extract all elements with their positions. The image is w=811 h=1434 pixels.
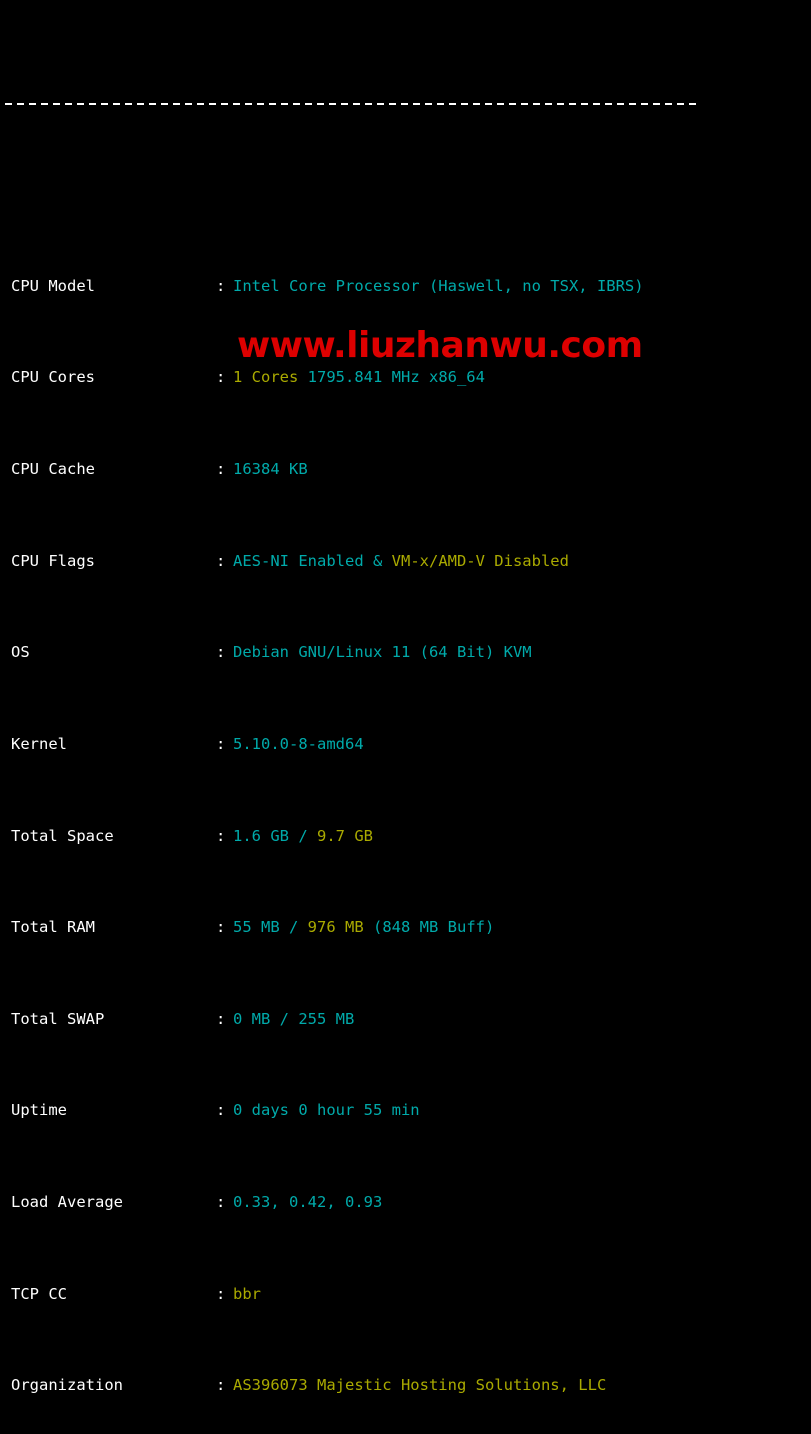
row-tcp-cc: TCP CC: bbr <box>0 1283 811 1306</box>
colon: : <box>216 918 226 937</box>
value-cpu-model: Intel Core Processor (Haswell, no TSX, I… <box>233 276 644 295</box>
value-cpu-flags-vmx: VM-x/AMD-V Disabled <box>391 551 569 570</box>
value-total-ram-buff: (848 MB Buff) <box>373 918 495 937</box>
value-total-ram-total: 976 MB <box>307 918 364 937</box>
colon: : <box>216 826 226 845</box>
label-total-swap: Total SWAP <box>11 1009 105 1028</box>
label-cpu-model: CPU Model <box>11 276 95 295</box>
label-total-space: Total Space <box>11 826 114 845</box>
colon: : <box>216 1192 226 1211</box>
label-total-ram: Total RAM <box>11 918 95 937</box>
row-organization: Organization: AS396073 Majestic Hosting S… <box>0 1374 811 1397</box>
value-kernel: 5.10.0-8-amd64 <box>233 734 364 753</box>
row-total-space: Total Space:1.6 GB / 9.7 GB <box>0 825 811 848</box>
label-load-average: Load Average <box>11 1192 123 1211</box>
row-load-average: Load Average:0.33, 0.42, 0.93 <box>0 1191 811 1214</box>
label-kernel: Kernel <box>11 734 67 753</box>
colon: : <box>216 460 226 479</box>
value-tcp-cc: bbr <box>233 1284 261 1303</box>
label-cpu-cores: CPU Cores <box>11 368 95 387</box>
value-total-space-total: 9.7 GB <box>317 826 373 845</box>
colon: : <box>216 643 226 662</box>
label-cpu-cache: CPU Cache <box>11 460 95 479</box>
separator-line <box>5 102 700 105</box>
row-os: OS: Debian GNU/Linux 11 (64 Bit) KVM <box>0 641 811 664</box>
value-total-swap: 0 MB / 255 MB <box>233 1009 355 1028</box>
system-info-block: CPU Model: Intel Core Processor (Haswell,… <box>0 206 811 1434</box>
label-uptime: Uptime <box>11 1101 67 1120</box>
value-load-average: 0.33, 0.42, 0.93 <box>233 1192 383 1211</box>
colon: : <box>216 734 226 753</box>
colon: : <box>216 1284 226 1303</box>
colon: : <box>216 276 226 295</box>
colon: : <box>216 1101 226 1120</box>
row-cpu-cache: CPU Cache:16384 KB <box>0 458 811 481</box>
colon: : <box>216 1009 226 1028</box>
value-cpu-cores-freq: 1795.841 MHz x86_64 <box>307 368 485 387</box>
label-cpu-flags: CPU Flags <box>11 551 95 570</box>
colon: : <box>216 368 226 387</box>
row-total-ram: Total RAM:55 MB / 976 MB (848 MB Buff) <box>0 916 811 939</box>
value-cpu-flags-aes: AES-NI Enabled & <box>233 551 383 570</box>
colon: : <box>216 1376 226 1395</box>
value-cpu-cores-count: 1 Cores <box>233 368 299 387</box>
value-uptime: 0 days 0 hour 55 min <box>233 1101 420 1120</box>
row-kernel: Kernel:5.10.0-8-amd64 <box>0 733 811 756</box>
separator-top <box>0 92 811 115</box>
value-cpu-cache: 16384 KB <box>233 460 308 479</box>
row-cpu-flags: CPU Flags: AES-NI Enabled & VM-x/AMD-V Di… <box>0 550 811 573</box>
label-os: OS <box>11 643 30 662</box>
label-tcp-cc: TCP CC <box>11 1284 67 1303</box>
value-organization: AS396073 Majestic Hosting Solutions, LLC <box>233 1376 607 1395</box>
row-uptime: Uptime:0 days 0 hour 55 min <box>0 1099 811 1122</box>
row-cpu-model: CPU Model: Intel Core Processor (Haswell,… <box>0 275 811 298</box>
colon: : <box>216 551 226 570</box>
watermark-url: www.liuzhanwu.com <box>237 325 643 366</box>
label-organization: Organization <box>11 1376 123 1395</box>
terminal-output: CPU Model: Intel Core Processor (Haswell,… <box>0 0 811 1434</box>
row-total-swap: Total SWAP:0 MB / 255 MB <box>0 1008 811 1031</box>
value-total-ram-used: 55 MB / <box>233 918 299 937</box>
value-os: Debian GNU/Linux 11 (64 Bit) KVM <box>233 643 532 662</box>
row-cpu-cores: CPU Cores:1 Cores 1795.841 MHz x86_64 <box>0 366 811 389</box>
value-total-space-used: 1.6 GB / <box>233 826 308 845</box>
